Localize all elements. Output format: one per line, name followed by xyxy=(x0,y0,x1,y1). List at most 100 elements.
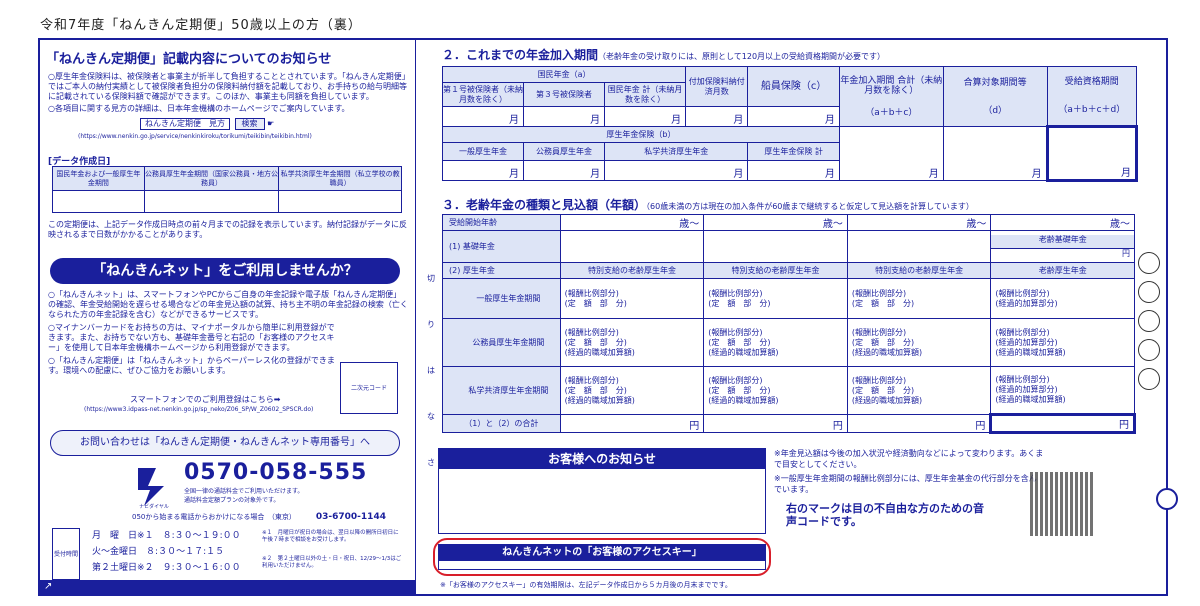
month-cell: 月 xyxy=(685,106,749,127)
ippan-values: (報酬比例部分) (定 額 部 分) xyxy=(703,278,848,319)
age-cell: 歳～ xyxy=(846,214,992,231)
month-cell: 月 xyxy=(441,160,525,181)
inquiry-banner: お問い合わせは「ねんきん定期便・ねんきんネット専用番号」へ xyxy=(50,430,400,456)
age-cell: 歳～ xyxy=(703,214,848,231)
phone2-label: 050から始まる電話からおかけになる場合 （東京） xyxy=(132,513,296,521)
customer-notice-box: お客様へのお知らせ xyxy=(438,448,766,534)
phone2-number: 03-6700-1144 xyxy=(315,512,386,522)
gassan-header: 合算対象期間等 （d） xyxy=(942,66,1048,127)
estimate-note-1: ※年金見込額は今後の加入状況や経済動向などによって変わります。あくまで目安として… xyxy=(774,449,1044,469)
nenkin-net-banner: 「ねんきんネット」をご利用しませんか？ xyxy=(50,258,400,284)
rourei-kosei-header: 老齢厚生年金 xyxy=(990,262,1135,279)
shigaku-values: (報酬比例部分) (定 額 部 分) (経過的職域加算額) xyxy=(846,366,992,415)
kosei-general-header: 一般厚生年金 xyxy=(441,142,525,161)
punch-hole xyxy=(1138,339,1160,361)
phone-notes: 全国一律の通話料金でご利用いただけます。 通話料金定額プランの対象外です。 xyxy=(184,487,303,505)
data-value xyxy=(278,190,402,213)
yen-cell: 円 xyxy=(846,414,992,433)
ippan-values: (報酬比例部分) (定 額 部 分) xyxy=(846,278,992,319)
data-value xyxy=(52,190,145,213)
voice-code-text: 右のマークは目の不自由な方のための音声コードです。 xyxy=(786,502,984,528)
enrollment-period-table: 国民年金（a） 付加保険料納付済月数 船員保険（c） 年金加入期間 合計（未納月… xyxy=(441,66,1139,182)
bullet-homepage: ○各項目に関する見方の詳細は、日本年金機構のホームページでご案内しています。 xyxy=(48,104,350,113)
smartphone-register: スマートフォンでのご利用登録はこちら➡ xyxy=(130,395,281,404)
komuin-values: (報酬比例部分) (定 額 部 分) (経過的職域加算額) xyxy=(559,318,705,367)
search-box: ねんきん定期便 見方 xyxy=(140,118,230,130)
hours-note-1: ※１ 月曜日が祝日の場合は、翌日以降の開所日初日に午後７時まで相談をお受けします… xyxy=(262,530,399,543)
gassan-month-cell: 月 xyxy=(942,126,1048,181)
phone-note-2: 通話料金定額プランの対象外です。 xyxy=(184,497,280,504)
bullet-premium: ○厚生年金保険料は、被保険者と事業主が折半して負担することとされています。「ねん… xyxy=(48,72,407,101)
data-col-general: 国民年金および一般厚生年金期間 xyxy=(52,166,145,191)
shigaku-values: (報酬比例部分) (定 額 部 分) (経過的職域加算額) xyxy=(559,366,705,415)
month-cell: 月 xyxy=(747,106,840,127)
tokubetsu-header: 特別支給の老齢厚生年金 xyxy=(703,262,848,279)
tokubetsu-header: 特別支給の老齢厚生年金 xyxy=(559,262,705,279)
pointer-icon: ☛ xyxy=(267,119,275,128)
komuin-header: 公務員厚生年金期間 xyxy=(442,318,561,367)
reception-hours: 受付時間 月 曜 日※１ ８:３０～１９:００ 火～金曜日 ８:３０～１７:１５… xyxy=(52,528,402,580)
phone-050: 050から始まる電話からおかけになる場合 （東京） 03-6700-1144 xyxy=(132,512,386,522)
yen-cell: 円 xyxy=(703,414,848,433)
kosei-sum-header: 厚生年金保険 計 xyxy=(747,142,840,161)
month-cell: 月 xyxy=(523,160,606,181)
month-cell: 月 xyxy=(604,160,749,181)
senin-header: 船員保険（c） xyxy=(747,66,840,107)
estimate-note-2: ※一般厚生年金期間の報酬比例部分には、厚生年金基金の代行部分を含んでいます。 xyxy=(774,474,1037,494)
month-cell: 月 xyxy=(604,106,687,127)
yen-cell: 円 xyxy=(559,414,705,433)
komuin-values: (報酬比例部分) (経過的加算部分) (経過的職域加算額) xyxy=(990,318,1135,367)
left-panel: 「ねんきん定期便」記載内容についてのお知らせ ○厚生年金保険料は、被保険者と事業… xyxy=(40,40,416,594)
total-header: 年金加入期間 合計（未納月数を除く） （a＋b＋c） xyxy=(838,66,944,127)
kosei-school-header: 私学共済厚生年金 xyxy=(604,142,749,161)
kokumin-sum-header: 国民年金 計（未納月数を除く） xyxy=(604,82,687,107)
pension-estimate-table: 受給開始年齢 歳～ 歳～ 歳～ 歳～ (1) 基礎年金 老齢基礎年金円 (2) … xyxy=(442,214,1136,434)
voice-code-icon xyxy=(1030,472,1094,536)
month-cell: 月 xyxy=(523,106,606,127)
navi-dial-icon: ナビダイヤル xyxy=(138,468,169,510)
tear-here-text: 切 り は な さ xyxy=(427,274,443,467)
section-3-title: ３．老齢年金の種類と見込額（年額）（60歳未満の方は現在の加入条件が60歳まで継… xyxy=(442,198,974,212)
kosei-civil-header: 公務員厚生年金 xyxy=(523,142,606,161)
punch-hole xyxy=(1138,368,1160,390)
customer-notice-title: お客様へのお知らせ xyxy=(439,449,765,469)
kiso-value-cell: 老齢基礎年金円 xyxy=(990,230,1135,263)
jukyu-header: 受給資格期間 （a＋b＋c＋d） xyxy=(1046,66,1138,127)
kokumin-3-header: 第３号被保険者 xyxy=(523,82,606,107)
navi-label: ナビダイヤル xyxy=(139,503,169,510)
kiso-header: (1) 基礎年金 xyxy=(442,230,561,263)
page-title: 令和7年度「ねんきん定期便」50歳以上の方（裏） xyxy=(40,18,362,33)
hours-row: 第２土曜日※２ ９:３０～１６:００ xyxy=(92,563,241,573)
data-note: この定期便は、上記データ作成日時点の前々月までの記録を表示しています。納付記録が… xyxy=(48,220,407,239)
punch-hole xyxy=(1138,252,1160,274)
age-cell: 歳～ xyxy=(990,214,1135,231)
smartphone-url: (https://www3.idpass-net.nenkin.go.jp/sp… xyxy=(84,406,314,413)
data-value xyxy=(143,190,280,213)
empty-cell xyxy=(846,230,992,263)
yen-total-cell: 円 xyxy=(989,413,1136,434)
age-cell: 歳～ xyxy=(559,214,705,231)
section-2-title: ２．これまでの年金加入期間（老齢年金の受け取りには、原則として120月以上の受給… xyxy=(442,48,886,62)
hours-label: 受付時間 xyxy=(52,528,80,580)
kosei-header: 厚生年金保険（b） xyxy=(442,126,840,143)
shigaku-header: 私学共済厚生年金期間 xyxy=(442,366,561,415)
data-col-civil: 公務員厚生年金期間（国家公務員・地方公務員） xyxy=(143,166,280,191)
month-cell: 月 xyxy=(747,160,840,181)
data-date-table: 国民年金および一般厚生年金期間 公務員厚生年金期間（国家公務員・地方公務員） 私… xyxy=(52,166,402,213)
net-bullet-1: ○「ねんきんネット」は、スマートフォンやPCからご自身の年金記録や電子版「ねんき… xyxy=(48,290,408,319)
empty-cell xyxy=(559,230,705,263)
kokumin-1-header: 第１号被保険者（未納月数を除く） xyxy=(441,82,525,107)
phone-number: 0570-058-555 xyxy=(184,460,368,485)
komuin-values: (報酬比例部分) (定 額 部 分) (経過的職域加算額) xyxy=(703,318,848,367)
month-cell: 月 xyxy=(441,106,525,127)
punch-hole xyxy=(1138,310,1160,332)
highlight-oval xyxy=(433,538,771,576)
edge-notch xyxy=(1156,488,1178,510)
estimate-notes: ※年金見込額は今後の加入状況や経済動向などによって変わります。あくまで目安として… xyxy=(774,448,1044,495)
notice-title: 「ねんきん定期便」記載内容についてのお知らせ xyxy=(46,52,332,67)
shigaku-values: (報酬比例部分) (経過的加算部分) (経過的職域加算額) xyxy=(990,366,1135,415)
komuin-values: (報酬比例部分) (定 額 部 分) (経過的職域加算額) xyxy=(846,318,992,367)
tokubetsu-header: 特別支給の老齢厚生年金 xyxy=(846,262,992,279)
ippan-values: (報酬比例部分) (経過的加算部分) xyxy=(990,278,1135,319)
pension-document: 「ねんきん定期便」記載内容についてのお知らせ ○厚生年金保険料は、被保険者と事業… xyxy=(38,38,1178,596)
